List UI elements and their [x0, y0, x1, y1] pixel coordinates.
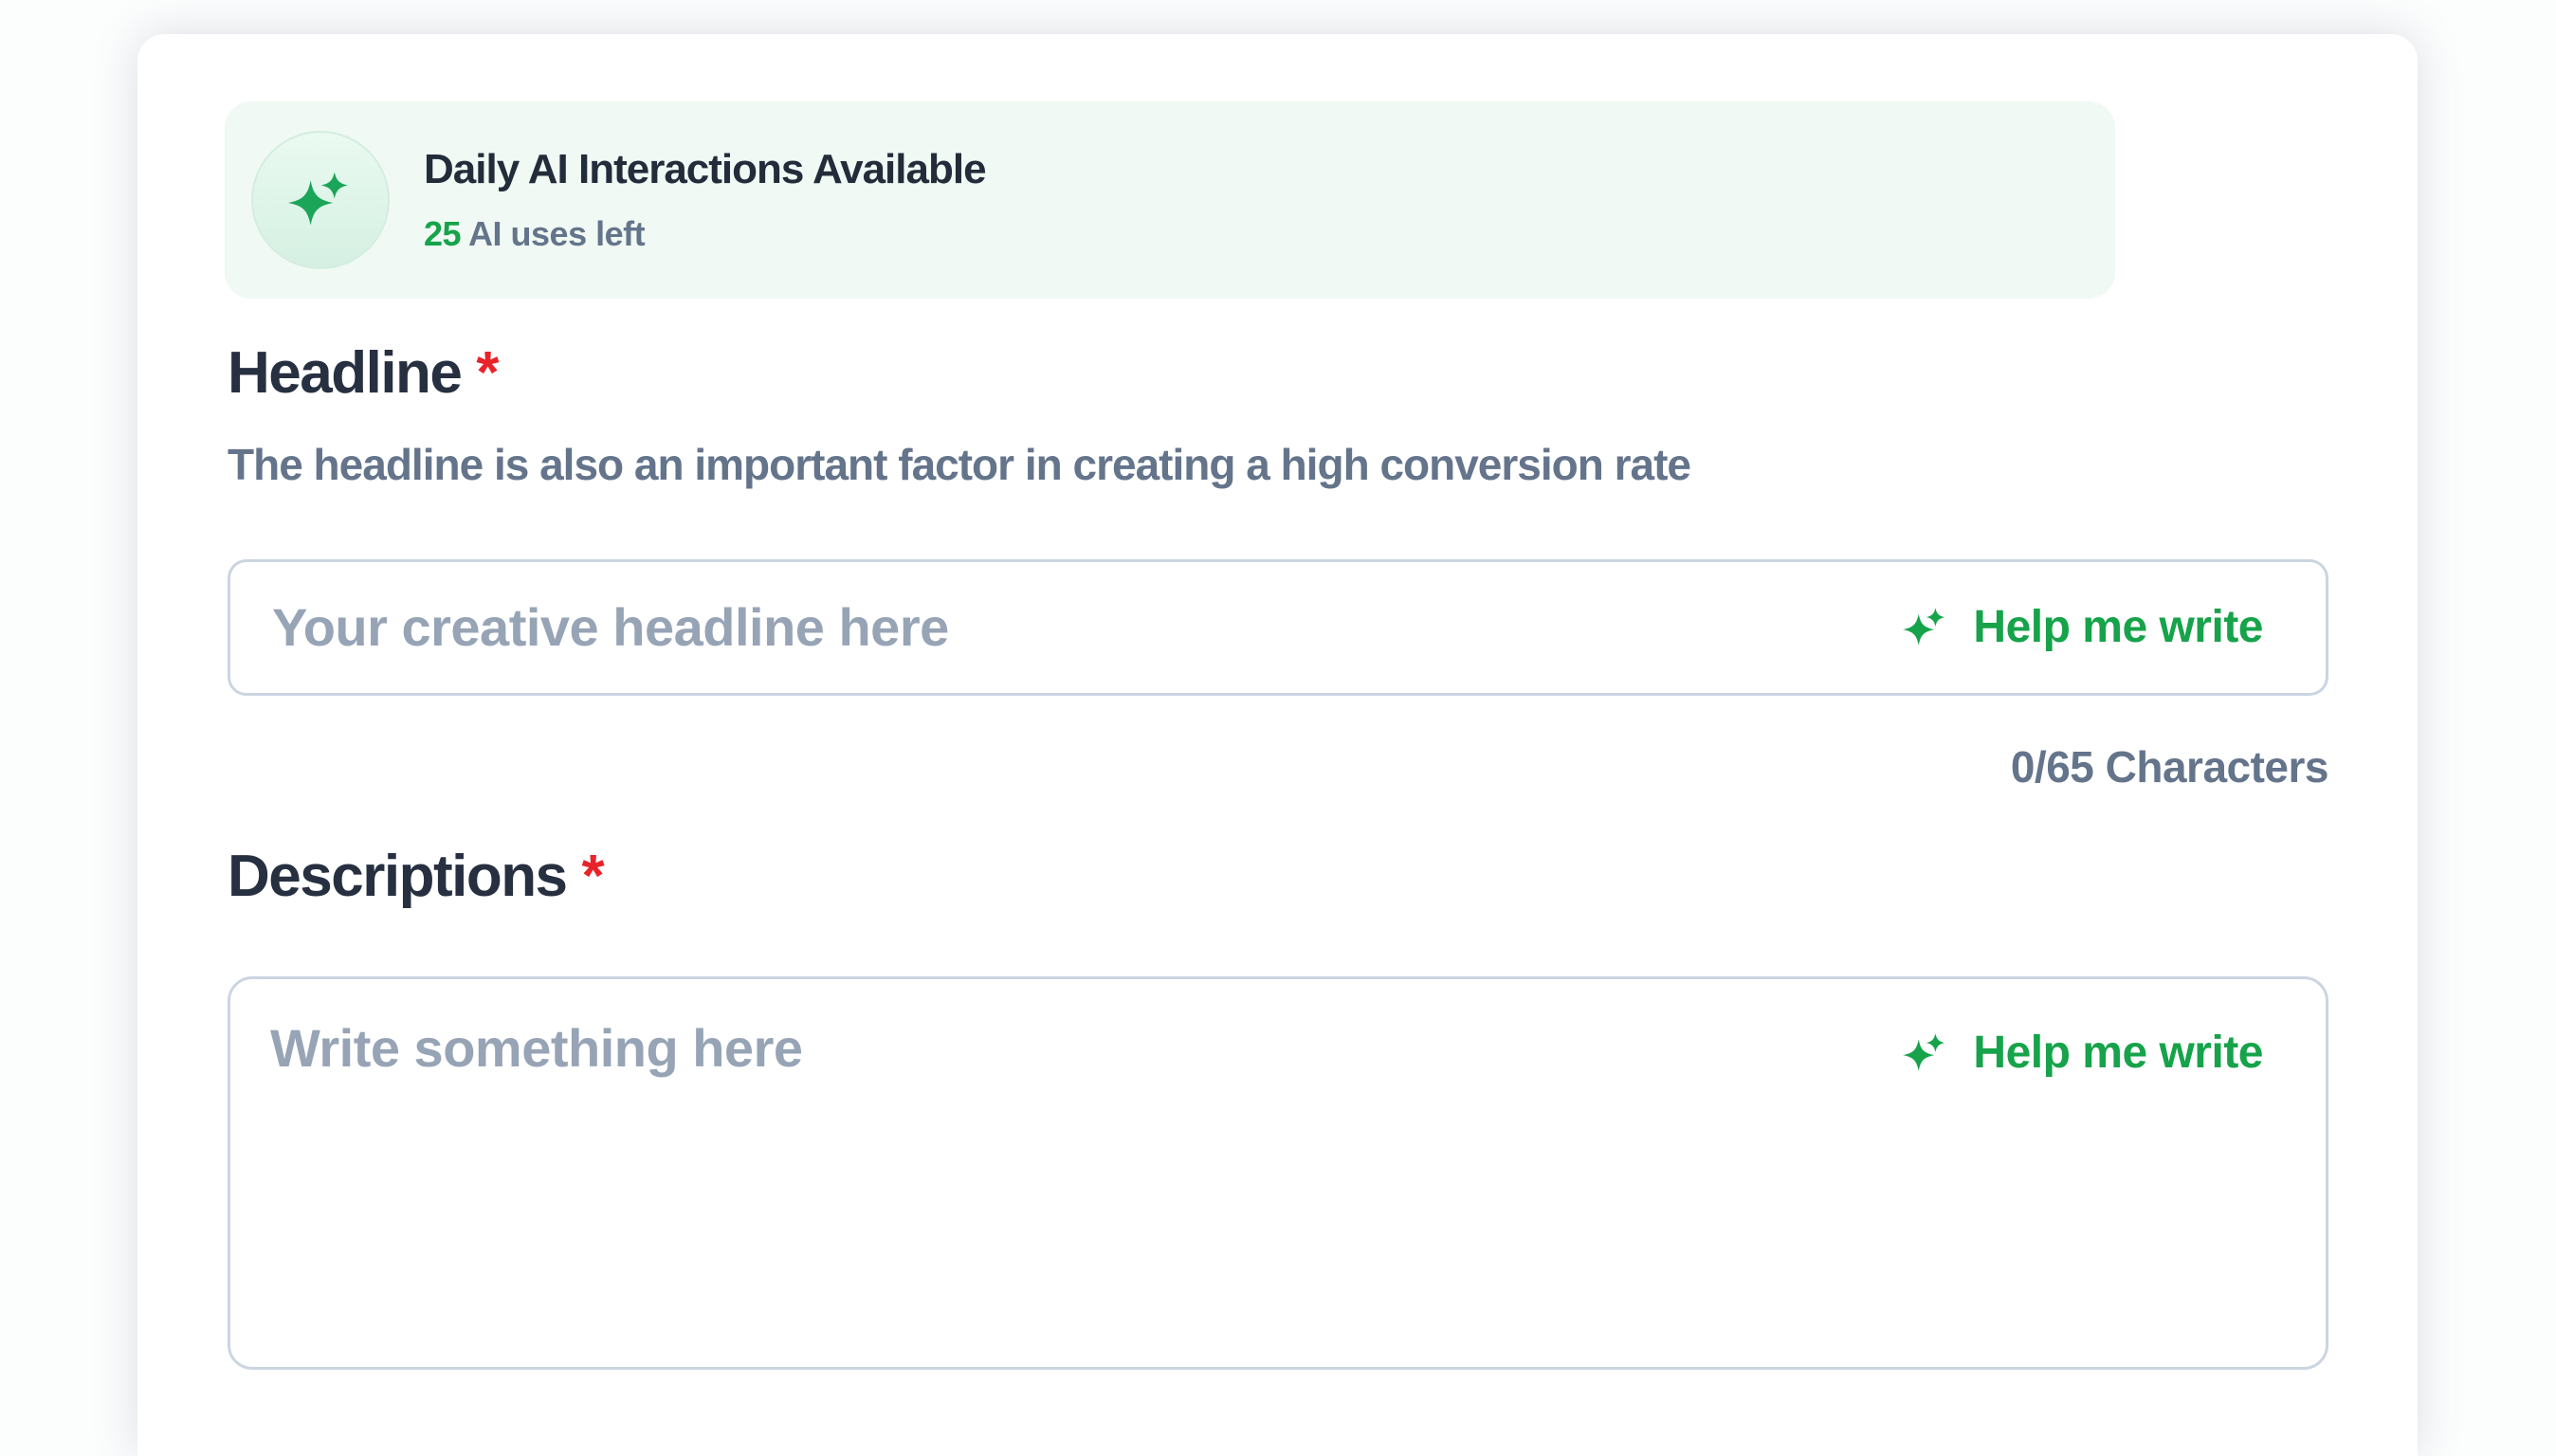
sparkles-icon [285, 165, 356, 235]
headline-help-me-write-button[interactable]: Help me write [1901, 603, 2263, 652]
ai-banner-subtitle: 25AI uses left [424, 217, 986, 251]
content-card: Daily AI Interactions Available 25AI use… [137, 34, 2418, 1456]
help-me-write-label: Help me write [1973, 605, 2263, 650]
ai-usage-banner: Daily AI Interactions Available 25AI use… [225, 101, 2115, 299]
sparkles-icon-badge [251, 131, 390, 269]
headline-label: Headline [228, 340, 461, 406]
headline-section-heading: Headline* [228, 344, 2328, 403]
headline-required-asterisk: * [476, 340, 499, 406]
ai-uses-count: 25 [424, 214, 461, 253]
sparkles-icon [1901, 603, 1950, 652]
help-me-write-label: Help me write [1973, 1030, 2263, 1076]
ai-banner-text: Daily AI Interactions Available 25AI use… [424, 149, 986, 251]
headline-field: Help me write [228, 559, 2328, 696]
descriptions-label: Descriptions [228, 844, 567, 909]
descriptions-required-asterisk: * [582, 844, 605, 909]
descriptions-field: Help me write [228, 976, 2328, 1370]
headline-description: The headline is also an important factor… [228, 441, 2328, 489]
sparkles-icon [1901, 1028, 1950, 1078]
headline-char-counter: 0/65 Characters [228, 745, 2328, 789]
descriptions-help-me-write-button[interactable]: Help me write [1901, 1028, 2263, 1078]
descriptions-section-heading: Descriptions* [228, 847, 2328, 906]
ai-banner-title: Daily AI Interactions Available [424, 149, 986, 191]
ai-uses-label: AI uses left [468, 214, 645, 253]
